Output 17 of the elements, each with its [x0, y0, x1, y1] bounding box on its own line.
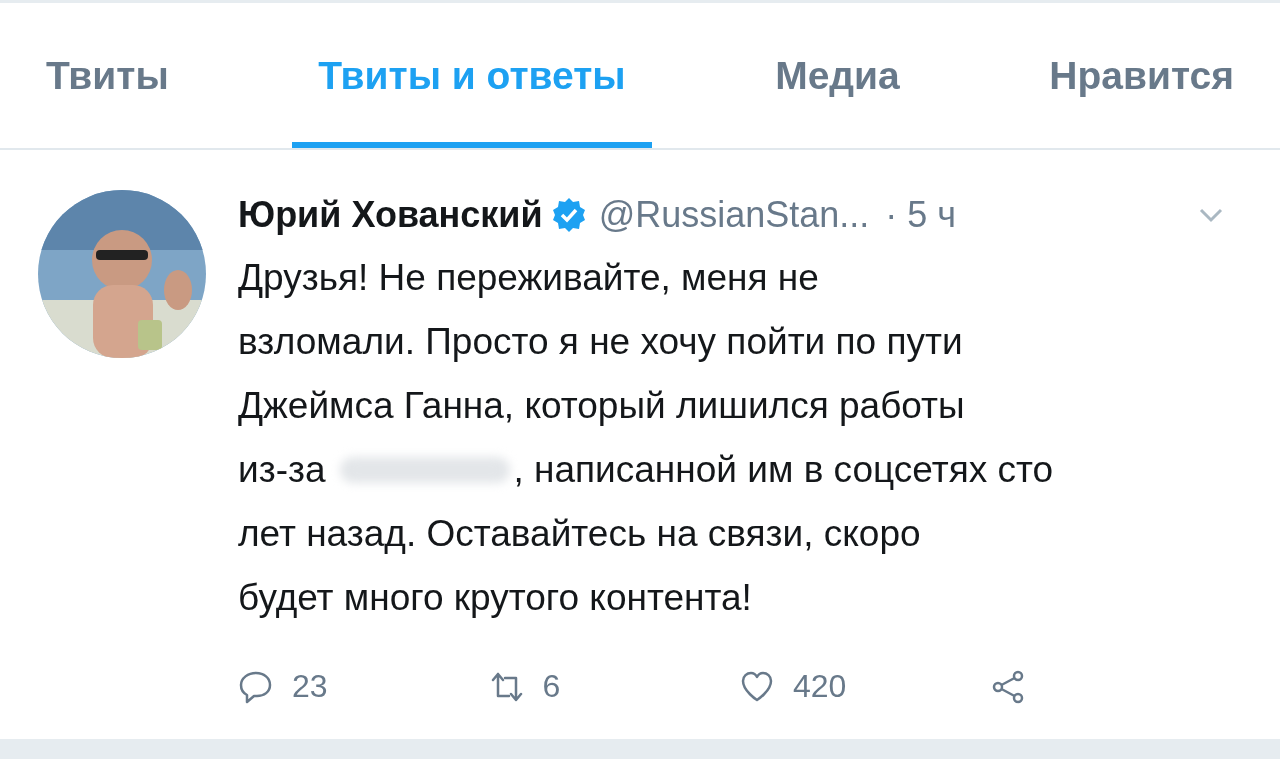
tab[interactable]: Твиты и ответы: [292, 3, 652, 148]
tweet-text-line: Друзья! Не переживайте, меня не: [238, 256, 819, 300]
action-count: 6: [542, 668, 561, 705]
tab[interactable]: Медиа: [749, 3, 926, 148]
tweet-text-line: будет много крутого контента!: [238, 576, 752, 620]
tweet-text-line: Джеймса Ганна, который лишился работы: [238, 384, 965, 428]
tweet-text-line: взломали. Просто я не хочу пойти по пути: [238, 320, 963, 364]
user-handle: @RussianStan...: [598, 194, 870, 236]
tab[interactable]: Твиты: [20, 3, 195, 148]
tweet-text-line: , написанной им в соцсетях сто: [513, 448, 1054, 492]
action-count: 420: [793, 668, 847, 705]
timestamp: · 5 ч: [885, 194, 957, 236]
user-name[interactable]: Юрий Хованский: [238, 194, 543, 236]
action-count: 23: [292, 668, 328, 705]
tweet-text-line: лет назад. Оставайтесь на связи, скоро: [238, 512, 921, 556]
tweet-text-line: из-за: [238, 448, 326, 492]
tab[interactable]: Нравится: [1023, 3, 1260, 148]
